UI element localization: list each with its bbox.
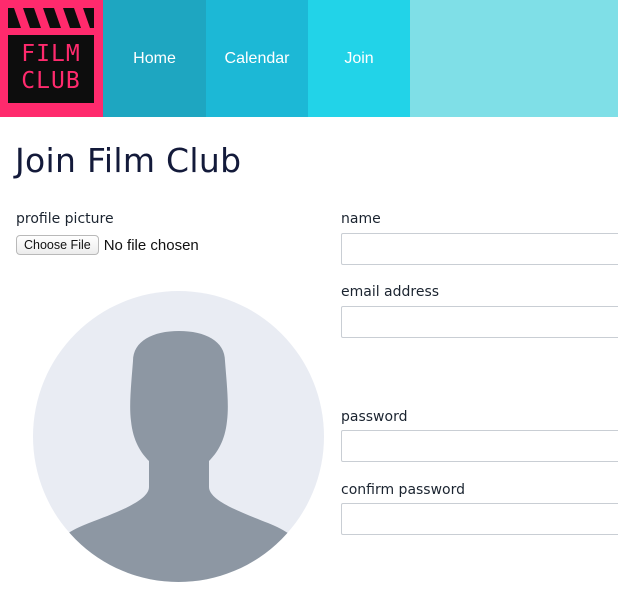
name-field[interactable] bbox=[341, 233, 618, 265]
page-title: Join Film Club bbox=[15, 141, 242, 180]
profile-picture-label: profile picture bbox=[16, 211, 114, 227]
nav-home[interactable]: Home bbox=[103, 0, 206, 117]
email-field[interactable] bbox=[341, 306, 618, 338]
confirm-password-label: confirm password bbox=[341, 482, 466, 498]
logo-text-film: FILM bbox=[21, 41, 81, 67]
site-header: FILM CLUB Home Calendar Join bbox=[0, 0, 618, 117]
default-user-avatar-icon bbox=[33, 291, 324, 582]
profile-picture-file-input: Choose File No file chosen bbox=[16, 235, 199, 255]
logo-board: FILM CLUB bbox=[8, 35, 94, 103]
nav-filler bbox=[410, 0, 618, 117]
choose-file-button[interactable]: Choose File bbox=[16, 235, 99, 255]
clapperboard-icon bbox=[8, 8, 94, 28]
confirm-password-field[interactable] bbox=[341, 503, 618, 535]
logo-text-club: CLUB bbox=[21, 68, 81, 94]
email-label: email address bbox=[341, 284, 440, 300]
film-club-logo[interactable]: FILM CLUB bbox=[0, 0, 103, 117]
nav-calendar[interactable]: Calendar bbox=[206, 0, 308, 117]
password-field[interactable] bbox=[341, 430, 618, 462]
file-status-text: No file chosen bbox=[103, 236, 199, 254]
nav-join[interactable]: Join bbox=[308, 0, 410, 117]
password-label: password bbox=[341, 409, 408, 425]
name-label: name bbox=[341, 211, 381, 227]
